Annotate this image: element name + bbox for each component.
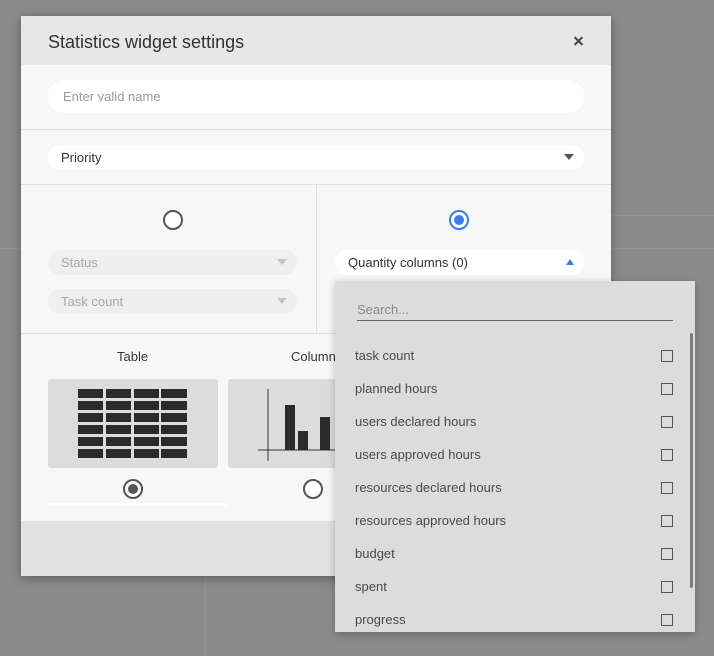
dropdown-item-planned-hours[interactable]: planned hours <box>355 372 673 405</box>
dropdown-search-input[interactable] <box>357 299 673 321</box>
chevron-up-icon <box>566 259 574 265</box>
checkbox[interactable] <box>661 515 673 527</box>
close-icon[interactable] <box>569 31 589 51</box>
section-divider <box>21 129 611 130</box>
checkbox[interactable] <box>661 614 673 626</box>
dropdown-item-label: budget <box>355 546 395 561</box>
modal-header: Statistics widget settings <box>21 16 611 65</box>
dropdown-item-progress[interactable]: progress <box>355 603 673 632</box>
chart-type-label-column: Column <box>291 349 336 364</box>
dropdown-item-label: users declared hours <box>355 414 477 429</box>
table-chart-radio[interactable] <box>123 479 143 499</box>
dropdown-scrollbar[interactable] <box>690 333 693 588</box>
column-chart-radio[interactable] <box>303 479 323 499</box>
group-by-select[interactable]: Priority <box>48 145 584 170</box>
selected-chart-underline <box>48 503 226 506</box>
dropdown-item-resources-declared-hours[interactable]: resources declared hours <box>355 471 673 504</box>
chevron-down-icon <box>277 298 287 304</box>
checkbox[interactable] <box>661 416 673 428</box>
dropdown-item-label: resources approved hours <box>355 513 507 528</box>
widget-name-input[interactable] <box>48 80 584 113</box>
column-divider <box>316 184 317 334</box>
background-divider <box>205 576 206 656</box>
dropdown-item-users-declared-hours[interactable]: users declared hours <box>355 405 673 438</box>
task-count-select[interactable]: Task count <box>48 289 297 314</box>
background-divider <box>611 215 714 216</box>
quantity-columns-select[interactable]: Quantity columns (0) <box>335 250 584 275</box>
right-option-radio[interactable] <box>449 210 469 230</box>
dropdown-item-label: resources declared hours <box>355 480 502 495</box>
dropdown-item-users-approved-hours[interactable]: users approved hours <box>355 438 673 471</box>
dropdown-item-resources-approved-hours[interactable]: resources approved hours <box>355 504 673 537</box>
checkbox[interactable] <box>661 350 673 362</box>
status-select[interactable]: Status <box>48 250 297 275</box>
group-by-value: Priority <box>61 150 102 165</box>
table-chart-thumbnail[interactable] <box>48 379 218 468</box>
chevron-down-icon <box>277 259 287 265</box>
dropdown-item-label: planned hours <box>355 381 438 396</box>
checkbox[interactable] <box>661 482 673 494</box>
checkbox[interactable] <box>661 383 673 395</box>
dropdown-item-label: users approved hours <box>355 447 481 462</box>
checkbox[interactable] <box>661 581 673 593</box>
checkbox[interactable] <box>661 548 673 560</box>
task-count-select-value: Task count <box>61 294 124 309</box>
quantity-columns-value: Quantity columns (0) <box>348 255 468 270</box>
dropdown-item-budget[interactable]: budget <box>355 537 673 570</box>
left-option-radio[interactable] <box>163 210 183 230</box>
status-select-value: Status <box>61 255 98 270</box>
dropdown-item-label: progress <box>355 612 406 627</box>
chevron-down-icon <box>564 154 574 160</box>
table-icon <box>78 389 187 458</box>
dropdown-item-label: task count <box>355 348 415 363</box>
checkbox[interactable] <box>661 449 673 461</box>
dropdown-item-task-count[interactable]: task count <box>355 339 673 372</box>
dropdown-item-label: spent <box>355 579 387 594</box>
dropdown-item-spent[interactable]: spent <box>355 570 673 603</box>
column-chart-icon <box>258 389 338 461</box>
quantity-columns-dropdown: task count planned hours users declared … <box>335 281 695 632</box>
modal-title: Statistics widget settings <box>48 32 245 52</box>
column-chart-thumbnail[interactable] <box>228 379 338 468</box>
chart-type-label-table: Table <box>117 349 149 364</box>
